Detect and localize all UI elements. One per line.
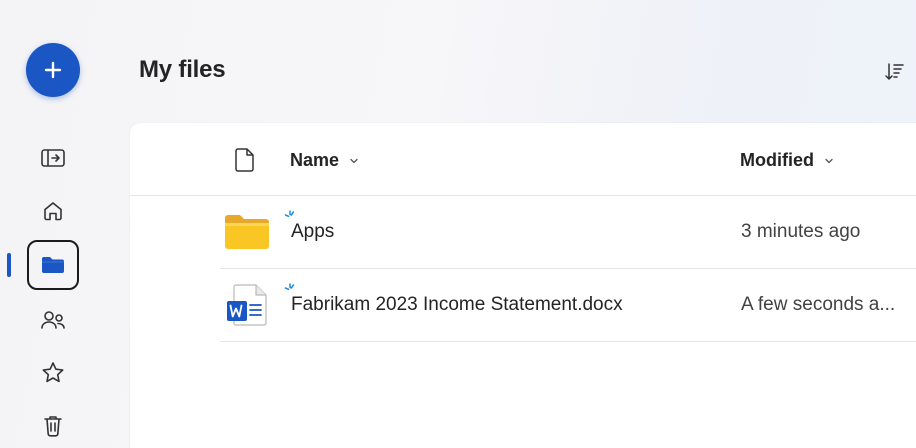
create-new-button[interactable] bbox=[26, 43, 80, 97]
chevron-down-icon bbox=[825, 158, 833, 163]
file-modified: A few seconds a... bbox=[741, 294, 896, 315]
nav-my-files[interactable] bbox=[27, 240, 79, 290]
word-doc-icon bbox=[227, 284, 267, 326]
folder-icon bbox=[42, 257, 64, 273]
file-list-header: Name Modified bbox=[130, 123, 916, 196]
nav-shared[interactable] bbox=[28, 298, 78, 342]
modified-column-label: Modified bbox=[740, 150, 814, 170]
file-name[interactable]: Fabrikam 2023 Income Statement.docx bbox=[291, 294, 623, 316]
file-row-income-statement[interactable]: Fabrikam 2023 Income Statement.docx A fe… bbox=[220, 269, 916, 342]
nav-recycle-bin[interactable] bbox=[28, 404, 78, 448]
file-row-apps[interactable]: Apps 3 minutes ago bbox=[220, 196, 916, 269]
file-list-card: Name Modified Apps 3 minutes ago Fabrika… bbox=[130, 123, 916, 448]
page-title: My files bbox=[139, 56, 226, 83]
file-modified: 3 minutes ago bbox=[741, 221, 861, 242]
left-nav-rail bbox=[0, 0, 106, 448]
nav-favorites[interactable] bbox=[28, 351, 78, 395]
home-icon bbox=[44, 202, 62, 221]
sort-button[interactable] bbox=[880, 58, 908, 86]
sort-icon bbox=[885, 63, 904, 80]
people-icon bbox=[41, 311, 65, 329]
modified-column-header[interactable]: Modified bbox=[740, 150, 834, 171]
toggle-nav-pane-button[interactable] bbox=[28, 136, 78, 180]
file-type-column-header[interactable] bbox=[234, 147, 256, 178]
file-name[interactable]: Apps bbox=[291, 221, 334, 243]
folder-yellow-icon bbox=[225, 215, 269, 249]
trash-icon bbox=[44, 416, 62, 437]
active-nav-indicator bbox=[7, 253, 11, 277]
nav-home[interactable] bbox=[28, 189, 78, 233]
name-column-label: Name bbox=[290, 150, 340, 170]
star-icon bbox=[42, 362, 64, 383]
document-icon bbox=[235, 148, 254, 172]
chevron-down-icon bbox=[350, 158, 358, 163]
name-column-header[interactable]: Name bbox=[290, 150, 359, 171]
plus-icon bbox=[44, 61, 62, 79]
panel-toggle-icon bbox=[41, 149, 65, 167]
